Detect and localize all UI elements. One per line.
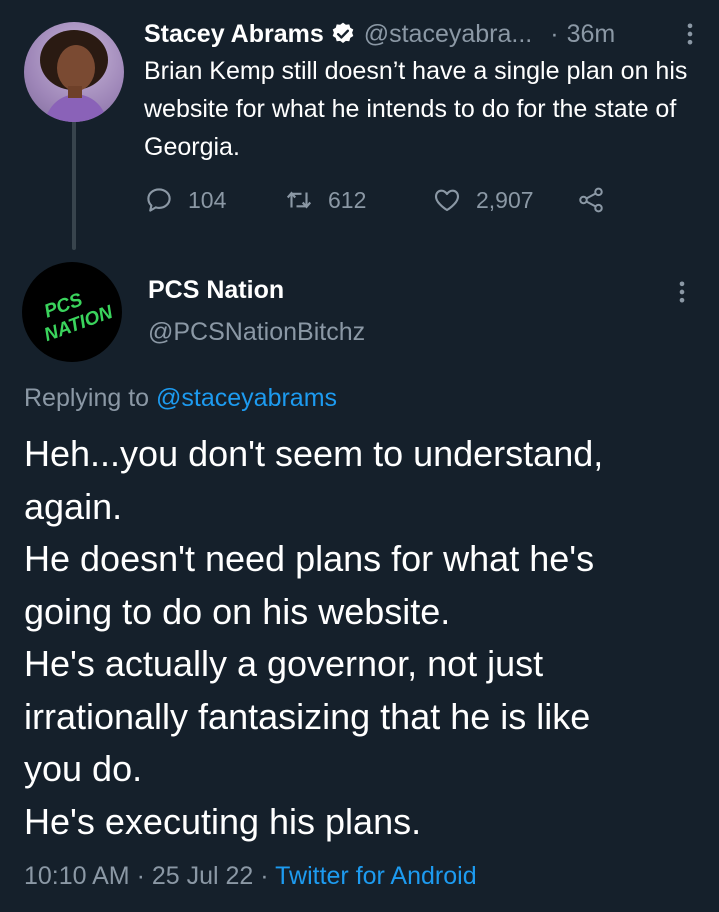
retweet-button[interactable]: 612 bbox=[284, 180, 366, 220]
reply-text-line: He doesn't need plans for what he's bbox=[24, 538, 595, 579]
tweet-time[interactable]: 36m bbox=[567, 20, 616, 49]
like-count: 2,907 bbox=[476, 186, 534, 213]
reply-button[interactable]: 104 bbox=[144, 180, 226, 220]
retweet-count: 612 bbox=[328, 186, 367, 213]
tweet-action-bar: 104 612 2,907 bbox=[144, 180, 624, 220]
reply-author-name[interactable]: PCS Nation bbox=[148, 276, 284, 305]
reply-tweet-text: Heh...you don't seem to understand, agai… bbox=[24, 428, 714, 848]
reply-bubble-icon bbox=[147, 188, 171, 212]
reply-text-line: He's actually a governor, not just bbox=[24, 643, 544, 684]
avatar-stacey-abrams[interactable] bbox=[24, 22, 124, 122]
parent-tweet-header: Stacey Abrams @staceyabra... · 36m bbox=[144, 16, 704, 52]
reply-text-line: you do. bbox=[24, 748, 143, 789]
tweet-source-link[interactable]: Twitter for Android bbox=[275, 862, 476, 890]
author-name[interactable]: Stacey Abrams bbox=[144, 20, 324, 49]
replying-to-mention[interactable]: @staceyabrams bbox=[156, 384, 337, 412]
share-icon bbox=[579, 187, 603, 213]
separator-dot: · bbox=[550, 19, 559, 48]
meta-separator: · bbox=[260, 862, 269, 890]
reply-text-line: again. bbox=[24, 485, 123, 527]
reply-more-options-icon[interactable] bbox=[668, 278, 696, 306]
replying-to-prefix: Replying to bbox=[24, 384, 157, 412]
more-options-icon[interactable] bbox=[676, 20, 704, 48]
reply-text-line: going to do on his website. bbox=[24, 590, 451, 632]
reply-text-line: irrationally fantasizing that he is like bbox=[24, 695, 591, 737]
reply-text-line: He's executing his plans. bbox=[24, 800, 422, 842]
thread-connector-line bbox=[72, 118, 76, 250]
reply-author-handle[interactable]: @PCSNationBitchz bbox=[148, 318, 365, 347]
tweet-timestamp[interactable]: 10:10 AM bbox=[24, 862, 130, 890]
reply-text-line: Heh...you don't seem to understand, bbox=[24, 433, 604, 474]
meta-separator: · bbox=[136, 862, 145, 890]
parent-tweet-text: Brian Kemp still doesn’t have a single p… bbox=[144, 57, 688, 161]
avatar-portrait-image bbox=[40, 30, 108, 122]
like-button[interactable]: 2,907 bbox=[432, 180, 534, 220]
author-handle[interactable]: @staceyabra... bbox=[364, 20, 533, 49]
heart-icon bbox=[434, 189, 460, 212]
retweet-icon bbox=[286, 191, 312, 209]
verified-badge-icon bbox=[332, 22, 354, 43]
avatar-pcs-nation[interactable]: PCS NATION bbox=[22, 262, 122, 362]
tweet-date[interactable]: 25 Jul 22 bbox=[152, 862, 253, 890]
replying-to-line: Replying to @staceyabrams bbox=[24, 384, 337, 413]
reply-count: 104 bbox=[188, 186, 227, 213]
share-button[interactable] bbox=[576, 180, 606, 220]
tweet-metadata: 10:10 AM · 25 Jul 22 · Twitter for Andro… bbox=[24, 862, 477, 891]
avatar-logo: PCS NATION bbox=[41, 289, 116, 346]
